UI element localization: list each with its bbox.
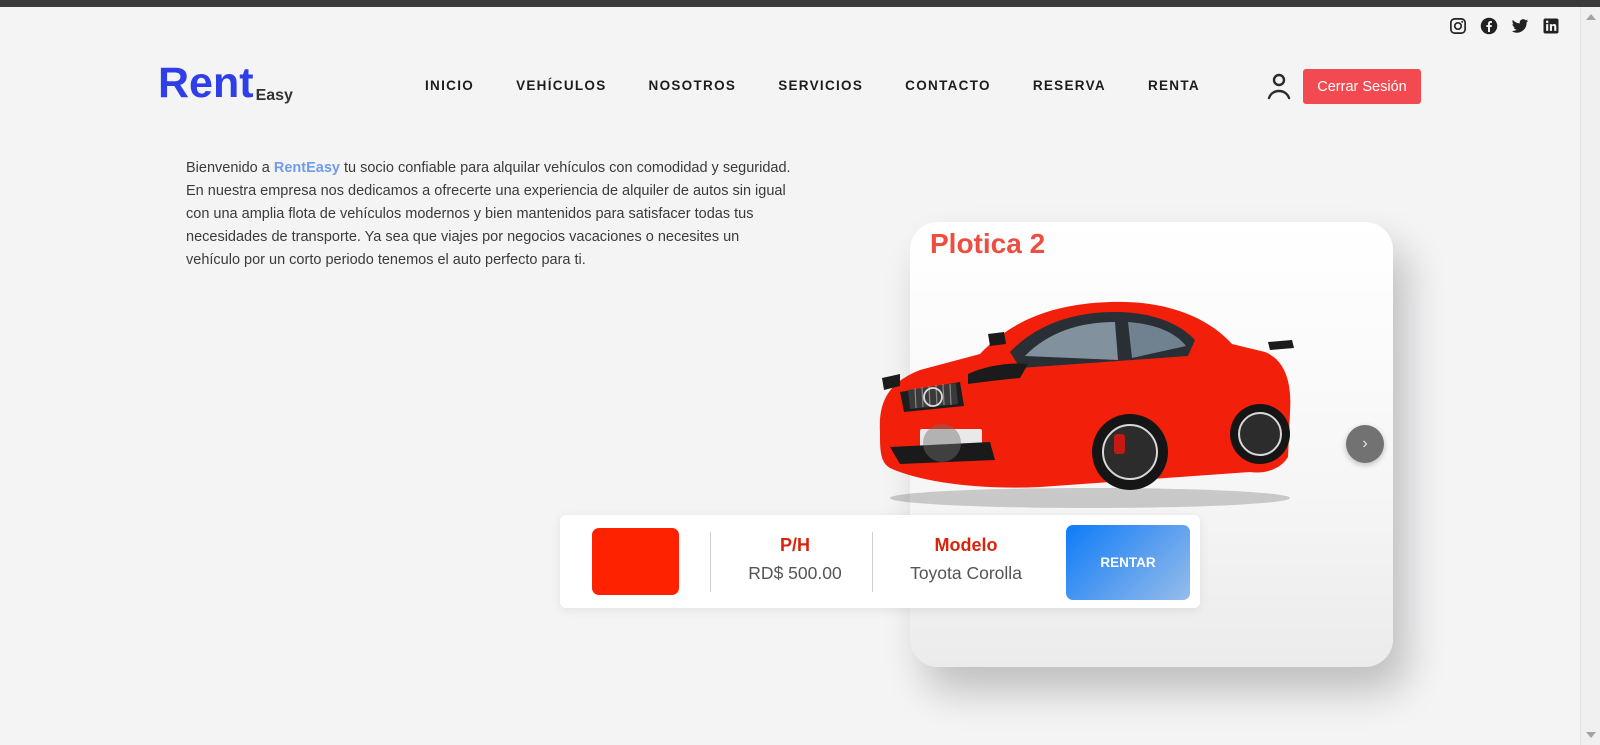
nav-item-nosotros[interactable]: NOSOTROS <box>649 78 737 93</box>
browser-top-bar <box>0 0 1600 7</box>
nav-item-renta[interactable]: RENTA <box>1148 78 1200 93</box>
main-nav: INICIO VEHÍCULOS NOSOTROS SERVICIOS CONT… <box>425 78 1242 93</box>
nav-item-inicio[interactable]: INICIO <box>425 78 474 93</box>
nav-item-contacto[interactable]: CONTACTO <box>905 78 991 93</box>
logo[interactable]: Rent Easy <box>158 62 293 105</box>
intro-text: tu socio confiable para alquilar vehícul… <box>186 160 791 268</box>
scroll-down-arrow-icon[interactable] <box>1586 732 1596 738</box>
intro-prefix: Bienvenido a <box>186 160 274 176</box>
nav-item-reserva[interactable]: RESERVA <box>1033 78 1106 93</box>
logo-sub-text: Easy <box>255 87 293 104</box>
user-icon[interactable] <box>1266 72 1292 100</box>
price-label: P/H <box>779 535 810 555</box>
social-links <box>1449 17 1560 35</box>
instagram-icon[interactable] <box>1449 17 1467 35</box>
divider <box>710 532 711 592</box>
carousel-prev-indicator[interactable] <box>923 424 961 462</box>
model-label: Modelo <box>934 535 998 555</box>
price-value: RD$ 500.00 <box>748 563 842 583</box>
vehicle-title: Plotica 2 <box>930 228 1046 259</box>
carousel-next-button[interactable]: › <box>1346 425 1384 463</box>
facebook-icon[interactable] <box>1480 17 1498 35</box>
car-image <box>879 301 1294 508</box>
model-value: Toyota Corolla <box>910 563 1022 583</box>
intro-paragraph: Bienvenido a RentEasy tu socio confiable… <box>186 157 796 272</box>
nav-item-servicios[interactable]: SERVICIOS <box>778 78 863 93</box>
page-scrollbar[interactable] <box>1580 7 1600 745</box>
nav-item-vehiculos[interactable]: VEHÍCULOS <box>516 78 606 93</box>
logout-button[interactable]: Cerrar Sesión <box>1303 69 1421 104</box>
logo-main-text: Rent <box>158 59 254 107</box>
model-column: Modelo Toyota Corolla <box>888 535 1044 584</box>
scroll-up-arrow-icon[interactable] <box>1586 14 1596 20</box>
linkedin-icon[interactable] <box>1542 17 1560 35</box>
rent-button[interactable]: RENTAR <box>1066 525 1190 600</box>
divider <box>872 532 873 592</box>
intro-brand: RentEasy <box>273 160 340 176</box>
vehicle-info-bar: P/H RD$ 500.00 Modelo Toyota Corolla REN… <box>560 515 1200 608</box>
vehicle-color-swatch <box>592 528 679 595</box>
twitter-icon[interactable] <box>1511 17 1529 35</box>
price-column: P/H RD$ 500.00 <box>725 535 865 584</box>
